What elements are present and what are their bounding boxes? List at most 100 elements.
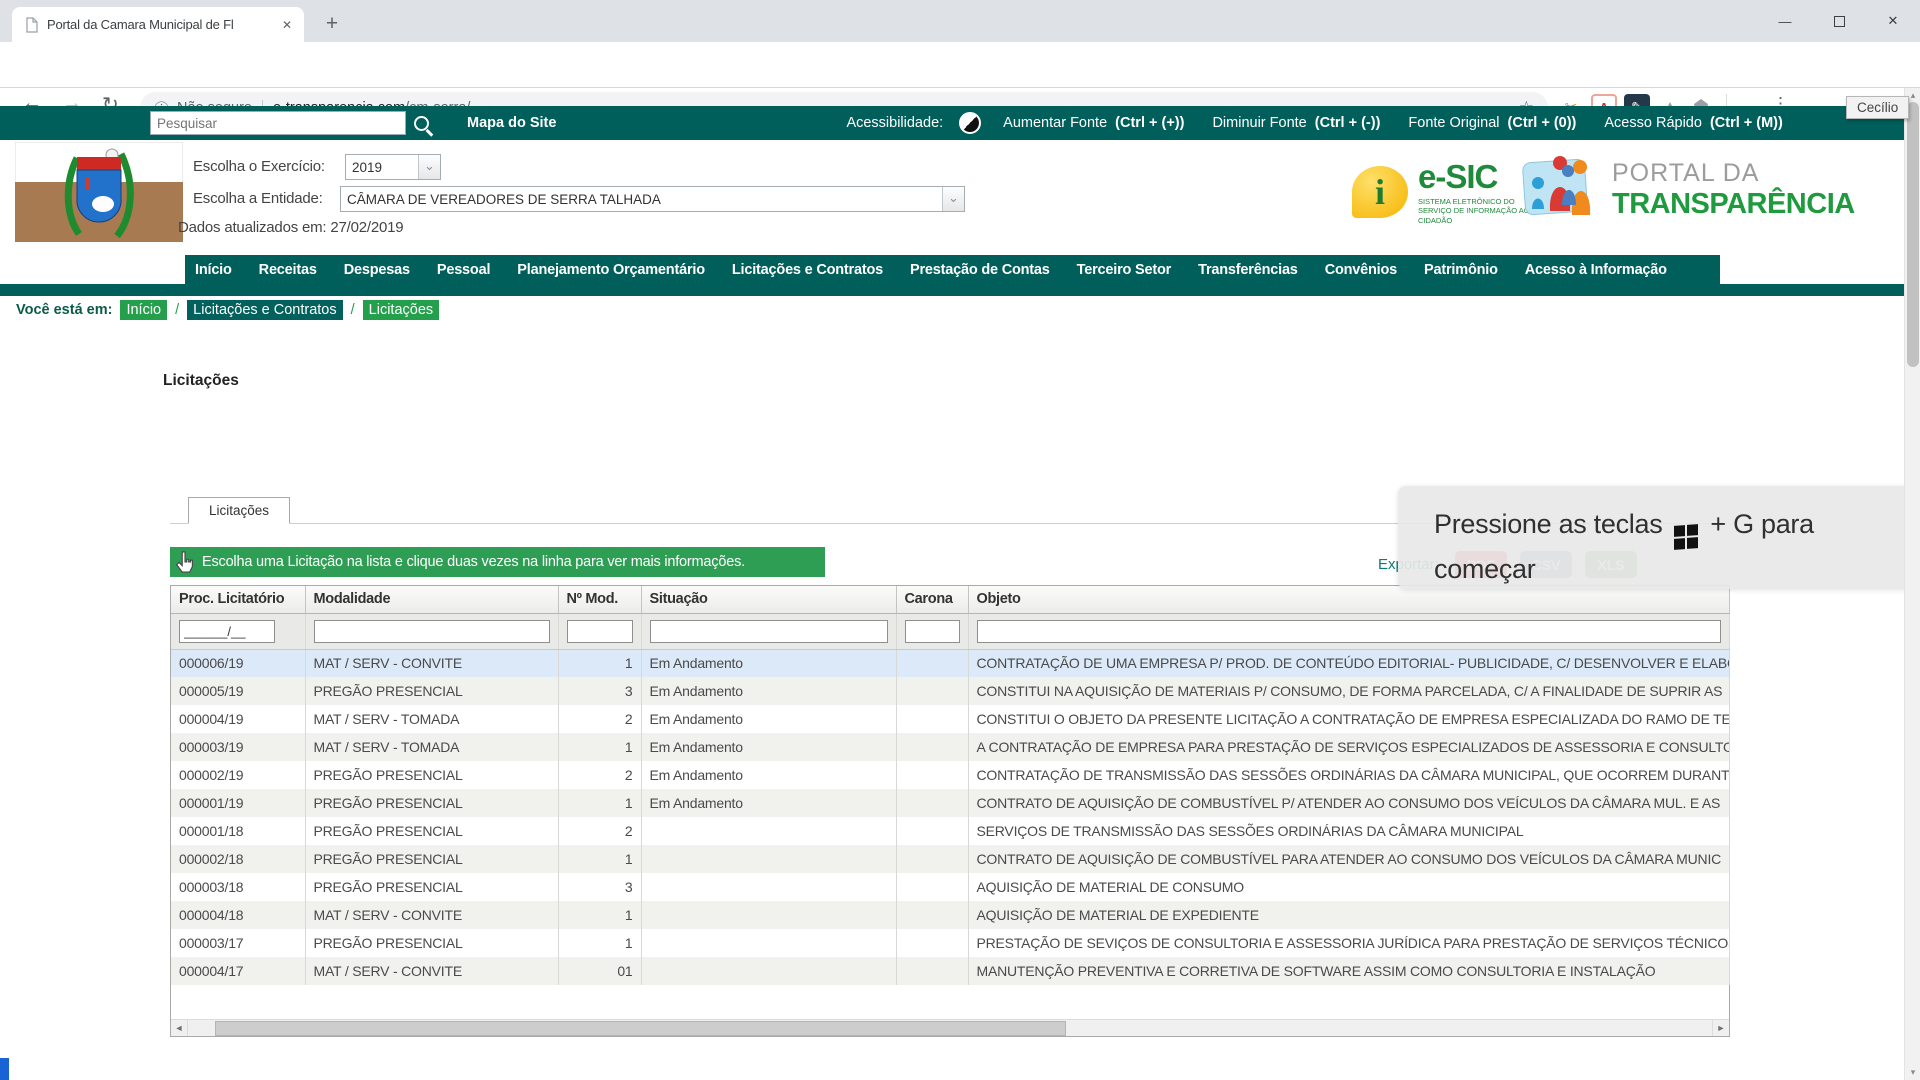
- cell-carona: [896, 761, 968, 789]
- browser-toolbar: ← → ↻ ⓘ Não seguro e-transparencia.com /…: [0, 42, 1920, 88]
- filter-input-1[interactable]: [179, 620, 275, 643]
- cell-situacao: [641, 845, 896, 873]
- accessibility-option-label: Acesso Rápido: [1604, 115, 1706, 131]
- nav-item-patrimonio[interactable]: Patrimônio: [1424, 262, 1498, 278]
- table-row[interactable]: 000004/17MAT / SERV - CONVITE01MANUTENÇÃ…: [171, 957, 1729, 985]
- table-row[interactable]: 000003/19MAT / SERV - TOMADA1Em Andament…: [171, 733, 1729, 761]
- cell-carona: [896, 789, 968, 817]
- accessibility-option[interactable]: Fonte Original (Ctrl + (0)): [1408, 115, 1576, 131]
- table-row[interactable]: 000003/18PREGÃO PRESENCIAL3AQUISIÇÃO DE …: [171, 873, 1729, 901]
- cell-objeto: PRESTAÇÃO DE SEVIÇOS DE CONSULTORIA E AS…: [968, 929, 1729, 957]
- search-input[interactable]: [150, 111, 406, 135]
- cell-mod: 2: [558, 761, 641, 789]
- nav-item-planejamento-orcamentario[interactable]: Planejamento Orçamentário: [517, 262, 705, 278]
- horizontal-scrollbar[interactable]: ◄ ►: [171, 1019, 1729, 1036]
- nav-item-inicio[interactable]: Início: [195, 262, 232, 278]
- cell-proc: 000001/18: [171, 817, 305, 845]
- window-close-button[interactable]: ✕: [1866, 0, 1920, 42]
- entity-label: Escolha a Entidade:: [193, 190, 323, 207]
- tab-licitacoes[interactable]: Licitações: [188, 497, 290, 524]
- cell-mod: 1: [558, 649, 641, 677]
- filter-input-3[interactable]: [567, 620, 633, 643]
- nav-item-receitas[interactable]: Receitas: [259, 262, 317, 278]
- column-header[interactable]: Proc. Licitatório: [171, 586, 305, 613]
- accessibility-option-label: Diminuir Fonte: [1212, 115, 1310, 131]
- windows-logo-icon: [1674, 524, 1698, 550]
- scrollbar-thumb[interactable]: [1907, 102, 1919, 367]
- breadcrumb-label: Você está em:: [16, 302, 112, 318]
- accessibility-option[interactable]: Diminuir Fonte (Ctrl + (-)): [1212, 115, 1380, 131]
- column-header[interactable]: Situação: [641, 586, 896, 613]
- breadcrumb-item[interactable]: Início: [120, 300, 167, 320]
- contrast-icon[interactable]: [959, 112, 981, 134]
- table-row[interactable]: 000003/17PREGÃO PRESENCIAL1PRESTAÇÃO DE …: [171, 929, 1729, 957]
- taskbar-peek: [0, 1058, 9, 1080]
- gamebar-overlay: Pressione as teclas+ G para começar: [1398, 486, 1920, 589]
- scroll-down-icon[interactable]: ▾: [1905, 1067, 1920, 1078]
- scroll-left-icon[interactable]: ◄: [171, 1020, 188, 1036]
- cell-carona: [896, 705, 968, 733]
- nav-item-prestacao-de-contas[interactable]: Prestação de Contas: [910, 262, 1050, 278]
- column-header[interactable]: Objeto: [968, 586, 1729, 613]
- column-header[interactable]: Modalidade: [305, 586, 558, 613]
- nav-item-pessoal[interactable]: Pessoal: [437, 262, 490, 278]
- window-maximize-button[interactable]: [1812, 0, 1866, 42]
- cell-modalidade: MAT / SERV - CONVITE: [305, 901, 558, 929]
- nav-item-terceiro-setor[interactable]: Terceiro Setor: [1077, 262, 1171, 278]
- filter-input-2[interactable]: [314, 620, 550, 643]
- nav-item-convenios[interactable]: Convênios: [1325, 262, 1397, 278]
- gamebar-text-1: Pressione as teclas: [1434, 509, 1662, 539]
- exercise-select[interactable]: 2019 ⌄: [345, 154, 441, 180]
- search-icon[interactable]: [414, 116, 429, 131]
- updated-label: Dados atualizados em: 27/02/2019: [178, 219, 403, 236]
- accessibility-option[interactable]: Acesso Rápido (Ctrl + (M)): [1604, 115, 1782, 131]
- browser-tabstrip: Portal da Camara Municipal de Fl ✕ + — ✕: [0, 0, 1920, 42]
- page-title: Licitações: [163, 372, 239, 390]
- cell-carona: [896, 677, 968, 705]
- accessibility-option-shortcut: (Ctrl + (0)): [1508, 115, 1577, 131]
- vertical-scrollbar[interactable]: ▴ ▾: [1904, 88, 1920, 1080]
- scroll-right-icon[interactable]: ►: [1712, 1020, 1729, 1036]
- nav-item-despesas[interactable]: Despesas: [344, 262, 410, 278]
- portal-people-icon: [1522, 153, 1600, 227]
- scrollbar-thumb[interactable]: [215, 1021, 1066, 1036]
- table-row[interactable]: 000004/19MAT / SERV - TOMADA2Em Andament…: [171, 705, 1729, 733]
- nav-strip: [0, 284, 1904, 296]
- table-row[interactable]: 000005/19PREGÃO PRESENCIAL3Em AndamentoC…: [171, 677, 1729, 705]
- browser-tab[interactable]: Portal da Camara Municipal de Fl ✕: [12, 7, 304, 42]
- cell-situacao: Em Andamento: [641, 789, 896, 817]
- cell-mod: 1: [558, 901, 641, 929]
- chevron-down-icon: ⌄: [942, 187, 964, 211]
- site-map-link[interactable]: Mapa do Site: [467, 115, 556, 131]
- tab-close-icon[interactable]: ✕: [278, 16, 296, 34]
- filter-input-5[interactable]: [905, 620, 960, 643]
- page-favicon-icon: [24, 17, 39, 33]
- table-row[interactable]: 000004/18MAT / SERV - CONVITE1AQUISIÇÃO …: [171, 901, 1729, 929]
- filter-input-4[interactable]: [650, 620, 888, 643]
- window-minimize-button[interactable]: —: [1758, 0, 1812, 42]
- new-tab-button[interactable]: +: [318, 10, 346, 38]
- filter-input-6[interactable]: [977, 620, 1721, 643]
- accessibility-option-shortcut: (Ctrl + (+)): [1115, 115, 1184, 131]
- cell-objeto: AQUISIÇÃO DE MATERIAL DE CONSUMO: [968, 873, 1729, 901]
- entity-select[interactable]: CÂMARA DE VEREADORES DE SERRA TALHADA ⌄: [340, 186, 965, 212]
- column-header[interactable]: Nº Mod.: [558, 586, 641, 613]
- cell-objeto: CONSTITUI O OBJETO DA PRESENTE LICITAÇÃO…: [968, 705, 1729, 733]
- table-row[interactable]: 000001/19PREGÃO PRESENCIAL1Em AndamentoC…: [171, 789, 1729, 817]
- cell-carona: [896, 901, 968, 929]
- column-header[interactable]: Carona: [896, 586, 968, 613]
- nav-item-licitacoes-e-contratos[interactable]: Licitações e Contratos: [732, 262, 883, 278]
- cell-objeto: SERVIÇOS DE TRANSMISSÃO DAS SESSÕES ORDI…: [968, 817, 1729, 845]
- table-row[interactable]: 000002/19PREGÃO PRESENCIAL2Em AndamentoC…: [171, 761, 1729, 789]
- breadcrumb-item[interactable]: Licitações e Contratos: [187, 300, 342, 320]
- cell-objeto: MANUTENÇÃO PREVENTIVA E CORRETIVA DE SOF…: [968, 957, 1729, 985]
- table-row[interactable]: 000002/18PREGÃO PRESENCIAL1CONTRATO DE A…: [171, 845, 1729, 873]
- table-row[interactable]: 000001/18PREGÃO PRESENCIAL2SERVIÇOS DE T…: [171, 817, 1729, 845]
- table-row[interactable]: 000006/19MAT / SERV - CONVITE1Em Andamen…: [171, 649, 1729, 677]
- nav-item-transferencias[interactable]: Transferências: [1198, 262, 1298, 278]
- gamebar-text-2: + G para: [1710, 509, 1813, 539]
- accessibility-option[interactable]: Aumentar Fonte (Ctrl + (+)): [1003, 115, 1184, 131]
- nav-item-acesso-a-informacao[interactable]: Acesso à Informação: [1525, 262, 1667, 278]
- cell-objeto: A CONTRATAÇÃO DE EMPRESA PARA PRESTAÇÃO …: [968, 733, 1729, 761]
- breadcrumb-item[interactable]: Licitações: [363, 300, 439, 320]
